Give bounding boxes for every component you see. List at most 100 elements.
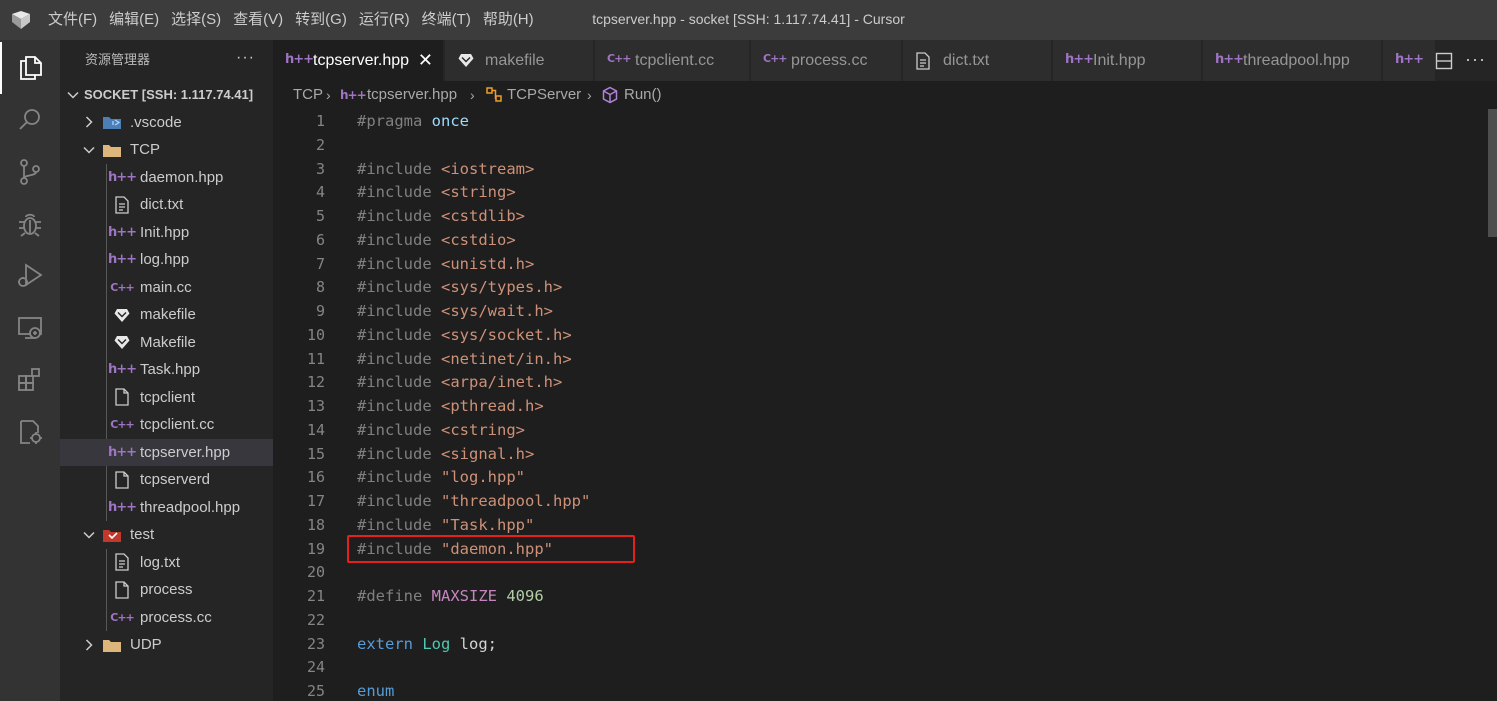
- activity-debug[interactable]: [0, 198, 60, 250]
- code-line[interactable]: 24: [273, 655, 1487, 679]
- breadcrumb-method[interactable]: Run(): [624, 81, 662, 109]
- code-editor[interactable]: 1 #pragma once 2 3 #include <iostream> 4 #incl…: [273, 109, 1487, 701]
- menu-help[interactable]: 帮助(H): [477, 0, 540, 40]
- code-text: #include "log.hpp": [357, 465, 525, 489]
- tree-file-dict-txt[interactable]: dict.txt: [60, 191, 273, 218]
- split-editor-icon[interactable]: [1435, 52, 1453, 70]
- code-line[interactable]: 2: [273, 133, 1487, 157]
- tree-file-makefile[interactable]: Makefile: [60, 329, 273, 356]
- cpp-header-file-icon: h++: [107, 499, 137, 515]
- menu-view[interactable]: 查看(V): [227, 0, 289, 40]
- code-text: #include <signal.h>: [357, 442, 534, 466]
- tab-threadpool-hpp[interactable]: h++ threadpool.hpp: [1203, 40, 1382, 81]
- breadcrumb-file[interactable]: tcpserver.hpp: [367, 81, 457, 109]
- makefile-icon: [112, 306, 132, 324]
- tree-file-makefile[interactable]: makefile: [60, 301, 273, 328]
- code-text: #include "Task.hpp": [357, 513, 534, 537]
- code-line[interactable]: 7 #include <unistd.h>: [273, 252, 1487, 276]
- title-bar: 文件(F) 编辑(E) 选择(S) 查看(V) 转到(G) 运行(R) 终端(T…: [0, 0, 1497, 40]
- chevron-down-icon[interactable]: [82, 143, 96, 157]
- tree-file-log-hpp[interactable]: h++ log.hpp: [60, 246, 273, 273]
- more-actions-icon[interactable]: ···: [1465, 49, 1486, 70]
- tab-overflow[interactable]: h++: [1383, 40, 1437, 81]
- code-line[interactable]: 4 #include <string>: [273, 180, 1487, 204]
- code-token: #pragma: [357, 112, 432, 130]
- chevron-right-icon[interactable]: [82, 638, 96, 652]
- code-line[interactable]: 13 #include <pthread.h>: [273, 394, 1487, 418]
- tree-folder-udp[interactable]: UDP: [60, 631, 273, 658]
- scrollbar-thumb[interactable]: [1488, 109, 1497, 237]
- activity-search[interactable]: [0, 94, 60, 146]
- chevron-down-icon[interactable]: [82, 528, 96, 542]
- tree-folder-tcp[interactable]: TCP: [60, 136, 273, 163]
- tree-file-main-cc[interactable]: C++ main.cc: [60, 274, 273, 301]
- line-number: 15: [306, 444, 325, 463]
- tree-folder-test[interactable]: test: [60, 521, 273, 548]
- code-line[interactable]: 9 #include <sys/wait.h>: [273, 299, 1487, 323]
- menu-selection[interactable]: 选择(S): [165, 0, 227, 40]
- code-line[interactable]: 6 #include <cstdio>: [273, 228, 1487, 252]
- code-line[interactable]: 15 #include <signal.h>: [273, 442, 1487, 466]
- menu-file[interactable]: 文件(F): [42, 0, 103, 40]
- tab-makefile[interactable]: makefile: [445, 40, 594, 81]
- activity-remote-settings[interactable]: [0, 406, 60, 458]
- tree-item-label: tcpclient: [140, 388, 196, 406]
- code-line[interactable]: 10 #include <sys/socket.h>: [273, 323, 1487, 347]
- activity-explorer[interactable]: [0, 42, 60, 94]
- tab-process-cc[interactable]: C++ process.cc: [751, 40, 902, 81]
- code-line[interactable]: 17 #include "threadpool.hpp": [273, 489, 1487, 513]
- tree-file-task-hpp[interactable]: h++ Task.hpp: [60, 356, 273, 383]
- tree-folder-vscode[interactable]: .vscode: [60, 109, 273, 136]
- code-line[interactable]: 11 #include <netinet/in.h>: [273, 347, 1487, 371]
- code-line[interactable]: 25 enum: [273, 679, 1487, 701]
- code-line[interactable]: 16 #include "log.hpp": [273, 465, 1487, 489]
- code-line[interactable]: 22: [273, 608, 1487, 632]
- tab-dict-txt[interactable]: dict.txt: [903, 40, 1052, 81]
- tree-file-log-txt[interactable]: log.txt: [60, 549, 273, 576]
- breadcrumb-folder[interactable]: TCP: [293, 81, 323, 109]
- cursor-logo-icon[interactable]: [8, 8, 34, 32]
- activity-remote-explorer[interactable]: [0, 302, 60, 354]
- tree-file-tcpclient[interactable]: tcpclient: [60, 384, 273, 411]
- explorer-title: 资源管理器: [85, 52, 151, 67]
- activity-run-debug[interactable]: [0, 250, 60, 302]
- tree-file-threadpool-hpp[interactable]: h++ threadpool.hpp: [60, 494, 273, 521]
- menu-run[interactable]: 运行(R): [353, 0, 416, 40]
- code-line[interactable]: 18 #include "Task.hpp": [273, 513, 1487, 537]
- tree-file-tcpclient-cc[interactable]: C++ tcpclient.cc: [60, 411, 273, 438]
- code-token: #include: [357, 278, 441, 297]
- code-line[interactable]: 20: [273, 560, 1487, 584]
- tree-file-tcpserverd[interactable]: tcpserverd: [60, 466, 273, 493]
- code-line[interactable]: 23 extern Log log;: [273, 632, 1487, 656]
- activity-source-control[interactable]: [0, 146, 60, 198]
- workspace-root[interactable]: SOCKET [SSH: 1.117.74.41]: [60, 81, 273, 108]
- tree-file-tcpserver-hpp[interactable]: h++ tcpserver.hpp: [60, 438, 273, 466]
- code-line[interactable]: 3 #include <iostream>: [273, 157, 1487, 181]
- code-token: enum: [357, 682, 395, 700]
- activity-extensions[interactable]: [0, 354, 60, 406]
- editor-vertical-scrollbar[interactable]: [1487, 109, 1497, 701]
- code-line[interactable]: 5 #include <cstdlib>: [273, 204, 1487, 228]
- menu-edit[interactable]: 编辑(E): [103, 0, 165, 40]
- tree-file-daemon-hpp[interactable]: h++ daemon.hpp: [60, 164, 273, 191]
- code-line[interactable]: 14 #include <cstring>: [273, 418, 1487, 442]
- tab-tcpclient-cc[interactable]: C++ tcpclient.cc: [595, 40, 750, 81]
- tab-tcpserver-hpp[interactable]: h++ tcpserver.hpp ✕: [273, 40, 444, 81]
- menu-go[interactable]: 转到(G): [289, 0, 353, 40]
- cpp-header-file-icon: h++: [107, 224, 137, 240]
- tree-file-init-hpp[interactable]: h++ Init.hpp: [60, 219, 273, 246]
- chevron-right-icon[interactable]: [82, 115, 96, 129]
- code-line[interactable]: 1 #pragma once: [273, 109, 1487, 133]
- breadcrumb-class[interactable]: TCPServer: [507, 81, 581, 109]
- code-line[interactable]: 21 #define MAXSIZE 4096: [273, 584, 1487, 608]
- tree-file-process-cc[interactable]: C++ process.cc: [60, 604, 273, 631]
- explorer-more-actions-button[interactable]: ···: [236, 40, 255, 76]
- close-icon[interactable]: ✕: [418, 50, 433, 71]
- tab-init-hpp[interactable]: h++ Init.hpp: [1053, 40, 1202, 81]
- tree-file-process[interactable]: process: [60, 576, 273, 603]
- chevron-down-icon[interactable]: [66, 88, 80, 102]
- line-number: 22: [306, 610, 325, 629]
- code-line[interactable]: 12 #include <arpa/inet.h>: [273, 370, 1487, 394]
- code-line[interactable]: 8 #include <sys/types.h>: [273, 275, 1487, 299]
- menu-terminal[interactable]: 终端(T): [416, 0, 477, 40]
